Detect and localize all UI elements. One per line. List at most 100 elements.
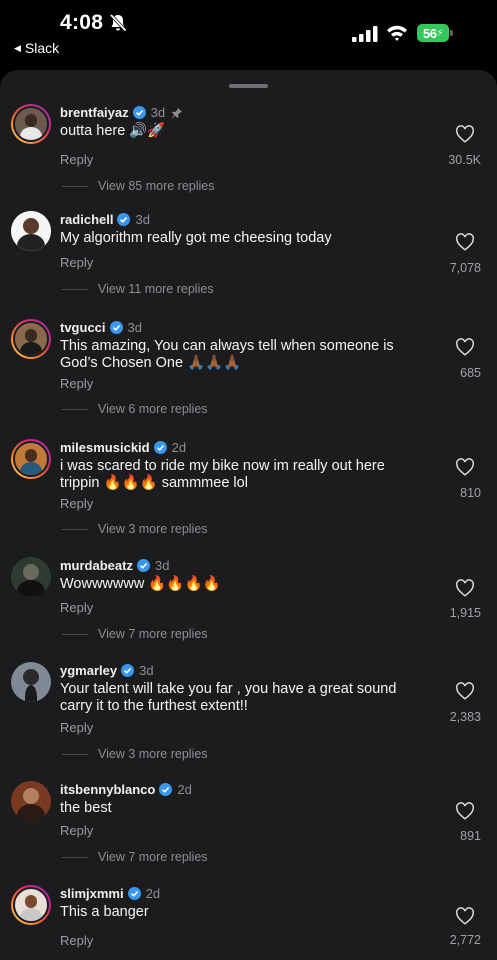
- comment-item: murdabeatz 3d Wowwwwww 🔥🔥🔥🔥 Reply View 7…: [0, 557, 497, 667]
- reply-button[interactable]: Reply: [60, 376, 93, 391]
- battery-body: 56 ⚡: [417, 24, 449, 42]
- like-heart-icon[interactable]: [455, 579, 475, 597]
- comment-header: radichell 3d: [60, 212, 150, 227]
- comment-text: This amazing, You can always tell when s…: [60, 338, 394, 371]
- like-heart-icon[interactable]: [455, 458, 475, 476]
- reply-button[interactable]: Reply: [60, 600, 93, 615]
- like-heart-icon[interactable]: [455, 802, 475, 820]
- comment-age: 3d: [127, 320, 142, 335]
- pin-icon: [172, 107, 183, 118]
- like-heart-icon[interactable]: [455, 682, 475, 700]
- battery-indicator: 56 ⚡: [417, 24, 453, 42]
- comment-age: 2d: [145, 886, 161, 901]
- view-more-label: View 7 more replies: [98, 850, 208, 864]
- comment-header: slimjxmmi 2d: [60, 886, 160, 901]
- avatar[interactable]: [11, 211, 51, 251]
- username[interactable]: radichell: [60, 212, 113, 227]
- avatar[interactable]: [11, 781, 51, 821]
- comment-item: ygmarley 3d Your talent will take you fa…: [0, 662, 497, 772]
- view-more-replies[interactable]: View 7 more replies: [62, 850, 208, 864]
- username[interactable]: ygmarley: [60, 663, 117, 678]
- comment-text: Your talent will take you far , you have…: [60, 681, 397, 714]
- like-count: 30.5K: [448, 153, 481, 167]
- verified-badge-icon: [159, 783, 173, 796]
- comment-text: outta here 🔊🚀: [60, 123, 166, 139]
- reply-button[interactable]: Reply: [60, 933, 93, 948]
- like-count: 2,772: [449, 933, 481, 947]
- username[interactable]: itsbennyblanco: [60, 782, 155, 797]
- view-more-line: [62, 185, 88, 187]
- username[interactable]: slimjxmmi: [60, 886, 124, 901]
- comment-age: 3d: [150, 105, 166, 120]
- view-more-line: [62, 528, 88, 530]
- username[interactable]: brentfaiyaz: [60, 105, 129, 120]
- like-heart-icon[interactable]: [455, 338, 475, 356]
- reply-button[interactable]: Reply: [60, 720, 93, 735]
- avatar[interactable]: [11, 104, 51, 144]
- comment-age: 3d: [139, 663, 154, 678]
- view-more-label: View 7 more replies: [98, 627, 208, 641]
- reply-button[interactable]: Reply: [60, 496, 93, 511]
- status-bar: 4:08 ◀ Slack 56 ⚡: [0, 0, 497, 68]
- view-more-replies[interactable]: View 3 more replies: [62, 747, 208, 761]
- like-count: 2,383: [449, 710, 481, 724]
- view-more-line: [62, 408, 88, 410]
- view-more-line: [62, 288, 88, 290]
- avatar[interactable]: [11, 319, 51, 359]
- reply-button[interactable]: Reply: [60, 823, 93, 838]
- comment-item: tvgucci 3d This amazing, You can always …: [0, 319, 497, 429]
- comment-age: 2d: [177, 782, 192, 797]
- comment-text: the best: [60, 800, 112, 816]
- view-more-replies[interactable]: View 85 more replies: [62, 179, 215, 193]
- like-count: 891: [460, 829, 481, 843]
- comment-item: radichell 3d My algorithm really got me …: [0, 211, 497, 321]
- view-more-replies[interactable]: View 6 more replies: [62, 402, 208, 416]
- bell-muted-icon: [109, 13, 127, 32]
- comment-text: This a banger: [60, 904, 149, 920]
- comment-text: Wowwwwww 🔥🔥🔥🔥: [60, 576, 221, 592]
- drag-handle[interactable]: [229, 84, 268, 88]
- avatar[interactable]: [11, 439, 51, 479]
- verified-badge-icon: [153, 441, 167, 454]
- like-heart-icon[interactable]: [455, 233, 475, 251]
- view-more-replies[interactable]: View 11 more replies: [62, 282, 214, 296]
- like-count: 1,915: [449, 606, 481, 620]
- comment-header: brentfaiyaz 3d: [60, 105, 183, 120]
- view-more-label: View 85 more replies: [98, 179, 215, 193]
- comment-item: brentfaiyaz 3d outta here 🔊🚀 Reply View …: [0, 104, 497, 214]
- reply-button[interactable]: Reply: [60, 255, 93, 270]
- comment-age: 3d: [154, 558, 170, 573]
- view-more-label: View 3 more replies: [98, 522, 208, 536]
- view-more-line: [62, 633, 88, 635]
- like-heart-icon[interactable]: [455, 907, 475, 925]
- comment-header: murdabeatz 3d: [60, 558, 169, 573]
- reply-button[interactable]: Reply: [60, 152, 93, 167]
- view-more-replies[interactable]: View 7 more replies: [62, 627, 208, 641]
- avatar[interactable]: [11, 557, 51, 597]
- username[interactable]: tvgucci: [60, 320, 106, 335]
- charging-bolt-icon: ⚡: [436, 27, 443, 39]
- view-more-label: View 6 more replies: [98, 402, 208, 416]
- comment-age: 2d: [171, 440, 187, 455]
- like-count: 810: [460, 486, 481, 500]
- view-more-line: [62, 856, 88, 858]
- comment-item: milesmusickid 2d i was scared to ride my…: [0, 439, 497, 549]
- comment-item: slimjxmmi 2d This a banger Reply 2,772: [0, 885, 497, 960]
- comment-age: 3d: [135, 212, 150, 227]
- comment-text: i was scared to ride my bike now im real…: [60, 458, 385, 491]
- username[interactable]: milesmusickid: [60, 440, 150, 455]
- username[interactable]: murdabeatz: [60, 558, 133, 573]
- like-heart-icon[interactable]: [455, 125, 475, 143]
- comments-sheet: brentfaiyaz 3d outta here 🔊🚀 Reply View …: [0, 70, 497, 960]
- view-more-line: [62, 753, 88, 755]
- avatar[interactable]: [11, 885, 51, 925]
- back-to-app-link[interactable]: ◀ Slack: [14, 40, 59, 56]
- comment-header: tvgucci 3d: [60, 320, 142, 335]
- wifi-icon: [387, 25, 407, 41]
- battery-level: 56: [423, 25, 437, 41]
- view-more-label: View 11 more replies: [98, 282, 214, 296]
- comment-text: My algorithm really got me cheesing toda…: [60, 230, 332, 246]
- back-arrow-icon: ◀: [14, 42, 21, 53]
- view-more-replies[interactable]: View 3 more replies: [62, 522, 208, 536]
- avatar[interactable]: [11, 662, 51, 702]
